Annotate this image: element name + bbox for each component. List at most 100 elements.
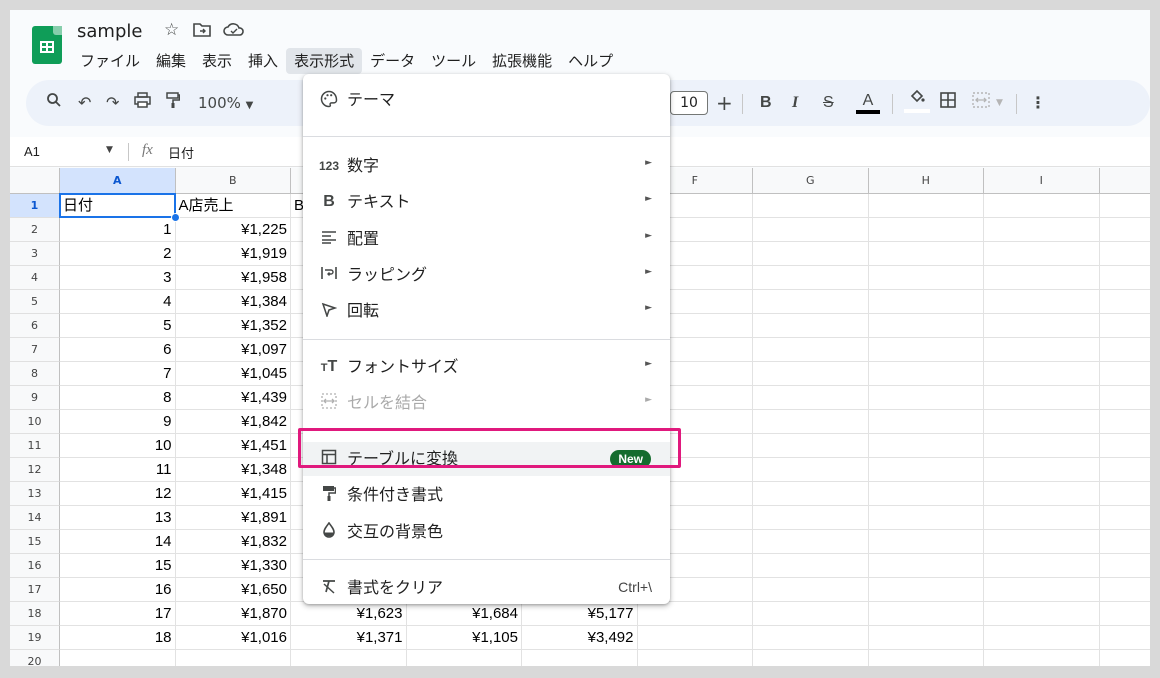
cell[interactable] bbox=[868, 194, 984, 218]
cell[interactable] bbox=[984, 602, 1100, 626]
cell[interactable]: ¥1,045 bbox=[175, 362, 291, 386]
cell[interactable]: 13 bbox=[60, 506, 176, 530]
cell[interactable]: 7 bbox=[60, 362, 176, 386]
undo-icon[interactable]: ↶ bbox=[78, 92, 91, 114]
menu-view[interactable]: 表示 bbox=[194, 48, 240, 74]
cell[interactable]: 18 bbox=[60, 626, 176, 650]
cell[interactable] bbox=[1099, 434, 1150, 458]
cell[interactable]: 12 bbox=[60, 482, 176, 506]
cell[interactable] bbox=[176, 650, 291, 666]
cell[interactable]: ¥1,958 bbox=[175, 266, 291, 290]
name-box[interactable]: A1 bbox=[24, 144, 40, 159]
cell[interactable]: 14 bbox=[60, 530, 176, 554]
cloud-status-icon[interactable] bbox=[223, 22, 245, 42]
cell[interactable] bbox=[984, 650, 1100, 666]
cell[interactable] bbox=[984, 578, 1100, 602]
cell[interactable] bbox=[753, 410, 869, 434]
cell[interactable] bbox=[868, 578, 984, 602]
cell[interactable] bbox=[868, 338, 984, 362]
cell[interactable] bbox=[984, 266, 1100, 290]
column-header[interactable]: A bbox=[60, 168, 176, 194]
menu-item-rotation[interactable]: 回転 ► bbox=[303, 294, 670, 328]
cell[interactable]: ¥1,330 bbox=[175, 554, 291, 578]
cell[interactable]: A店売上 bbox=[175, 194, 291, 218]
row-header[interactable]: 14 bbox=[10, 506, 60, 530]
search-icon[interactable] bbox=[46, 92, 62, 114]
menu-extensions[interactable]: 拡張機能 bbox=[484, 48, 560, 74]
cell[interactable] bbox=[1099, 602, 1150, 626]
cell[interactable] bbox=[753, 578, 869, 602]
cell[interactable] bbox=[984, 218, 1100, 242]
cell[interactable] bbox=[868, 626, 984, 650]
cell[interactable] bbox=[1099, 530, 1150, 554]
cell[interactable] bbox=[984, 554, 1100, 578]
cell[interactable]: ¥5,177 bbox=[522, 602, 638, 626]
cell[interactable]: 11 bbox=[60, 458, 176, 482]
menu-edit[interactable]: 編集 bbox=[148, 48, 194, 74]
redo-icon[interactable]: ↷ bbox=[106, 92, 119, 114]
cell[interactable] bbox=[753, 314, 869, 338]
cell[interactable] bbox=[868, 602, 984, 626]
cell[interactable] bbox=[753, 602, 869, 626]
cell[interactable]: 8 bbox=[60, 386, 176, 410]
cell[interactable] bbox=[60, 650, 176, 666]
borders-icon[interactable] bbox=[940, 92, 956, 114]
cell[interactable] bbox=[753, 482, 869, 506]
cell[interactable]: 17 bbox=[60, 602, 176, 626]
zoom-select[interactable]: 100% ▼ bbox=[198, 92, 253, 117]
cell[interactable] bbox=[637, 602, 753, 626]
cell[interactable]: 3 bbox=[60, 266, 176, 290]
cell[interactable] bbox=[753, 458, 869, 482]
cell[interactable] bbox=[1099, 266, 1150, 290]
menu-item-wrapping[interactable]: ラッピング ► bbox=[303, 258, 670, 292]
cell[interactable]: ¥1,016 bbox=[175, 626, 291, 650]
cell[interactable] bbox=[1099, 290, 1150, 314]
cell[interactable]: ¥1,891 bbox=[175, 506, 291, 530]
cell[interactable] bbox=[984, 386, 1100, 410]
column-header[interactable] bbox=[1099, 168, 1150, 194]
move-folder-icon[interactable] bbox=[193, 22, 211, 42]
cell[interactable] bbox=[1099, 506, 1150, 530]
cell[interactable]: ¥1,384 bbox=[175, 290, 291, 314]
paint-format-icon[interactable] bbox=[166, 92, 181, 115]
column-header[interactable]: I bbox=[984, 168, 1100, 194]
select-all-corner[interactable] bbox=[10, 168, 60, 194]
cell[interactable] bbox=[638, 650, 753, 666]
menu-item-text[interactable]: B テキスト ► bbox=[303, 185, 670, 219]
row-header[interactable]: 9 bbox=[10, 386, 60, 410]
font-size-input[interactable]: 10 bbox=[670, 91, 708, 115]
cell[interactable] bbox=[753, 650, 869, 666]
cell[interactable] bbox=[868, 266, 984, 290]
row-header[interactable]: 6 bbox=[10, 314, 60, 338]
star-icon[interactable]: ☆ bbox=[164, 20, 179, 40]
column-header[interactable]: H bbox=[868, 168, 984, 194]
cell[interactable]: ¥1,684 bbox=[406, 602, 522, 626]
cell[interactable]: ¥1,371 bbox=[291, 626, 407, 650]
menu-data[interactable]: データ bbox=[362, 48, 423, 74]
cell[interactable] bbox=[753, 530, 869, 554]
menu-item-font-size[interactable]: TT フォントサイズ ► bbox=[303, 350, 670, 384]
cell[interactable] bbox=[984, 314, 1100, 338]
cell[interactable] bbox=[637, 626, 753, 650]
merge-cells-icon[interactable] bbox=[972, 92, 990, 114]
cell[interactable] bbox=[984, 530, 1100, 554]
cell[interactable]: ¥1,105 bbox=[406, 626, 522, 650]
cell[interactable] bbox=[984, 458, 1100, 482]
cell[interactable] bbox=[753, 554, 869, 578]
cell[interactable] bbox=[868, 386, 984, 410]
cell[interactable]: ¥1,842 bbox=[175, 410, 291, 434]
cell[interactable] bbox=[868, 554, 984, 578]
fill-handle[interactable] bbox=[170, 213, 180, 222]
cell[interactable] bbox=[753, 434, 869, 458]
cell[interactable] bbox=[753, 506, 869, 530]
cell[interactable]: 6 bbox=[60, 338, 176, 362]
cell[interactable] bbox=[868, 314, 984, 338]
cell[interactable] bbox=[1099, 578, 1150, 602]
cell[interactable] bbox=[868, 506, 984, 530]
row-header[interactable]: 3 bbox=[10, 242, 60, 266]
formula-input[interactable]: 日付 bbox=[168, 143, 194, 162]
cell[interactable] bbox=[868, 242, 984, 266]
cell[interactable] bbox=[868, 482, 984, 506]
cell[interactable] bbox=[984, 290, 1100, 314]
cell[interactable] bbox=[753, 266, 869, 290]
